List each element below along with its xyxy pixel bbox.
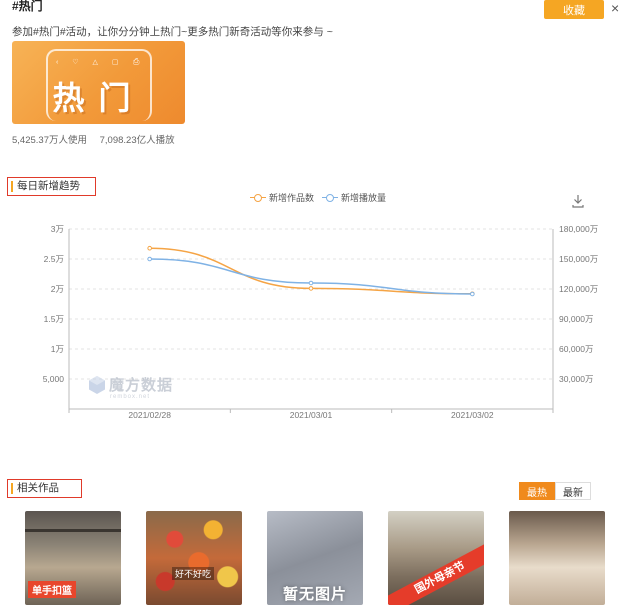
favorite-button[interactable]: 收藏 — [544, 0, 604, 19]
x-tick-label: 2021/03/01 — [290, 410, 333, 420]
work-card[interactable] — [509, 511, 605, 605]
y-left-tick-label: 2万 — [51, 284, 64, 294]
sort-toggle: 最热 最新 — [519, 482, 591, 500]
y-right-tick-label: 90,000万 — [559, 314, 594, 324]
series-point-1 — [147, 256, 152, 262]
topic-title: #热门 — [12, 0, 43, 13]
y-left-tick-label: 2.5万 — [44, 254, 64, 264]
watermark-text: 魔方数据 — [109, 377, 174, 394]
no-image-text: 暂无图片 — [282, 586, 347, 603]
sort-new-button[interactable]: 最新 — [555, 482, 591, 500]
y-right-tick-label: 30,000万 — [559, 374, 594, 384]
y-left-tick-label: 1万 — [51, 344, 64, 354]
work-tag: 好不好吃 — [172, 567, 215, 580]
work-card[interactable]: 好不好吃 — [146, 511, 242, 605]
close-icon[interactable]: × — [611, 1, 619, 15]
work-tag: 国外母亲节 — [388, 541, 484, 605]
banner-text: 热门 — [52, 79, 145, 117]
watermark-logo-icon — [89, 375, 105, 394]
download-icon[interactable] — [571, 194, 585, 208]
x-tick-label: 2021/02/28 — [128, 410, 171, 420]
usage-count: 5,425.37万人使用 — [12, 135, 87, 146]
phone-toolbar-icons: ‹ ♡ △ ▢ — [56, 59, 125, 66]
legend-item-plays[interactable]: 新增播放量 — [322, 191, 386, 204]
topic-description: 参加#热门#活动，让你分分钟上热门~更多热门新奇活动等你来参与 ~ — [12, 26, 333, 38]
series-point-0 — [308, 286, 314, 291]
works-list: 单手扣篮 好不好吃 暂无图片 国外母亲节 — [25, 511, 623, 605]
y-right-tick-label: 60,000万 — [559, 344, 594, 354]
watermark-sub: rembox.net — [110, 394, 151, 400]
chart-legend: 新增作品数 新增播放量 — [250, 191, 394, 204]
play-count: 7,098.23亿人播放 — [99, 135, 175, 146]
legend-item-works[interactable]: 新增作品数 — [250, 191, 314, 204]
watermark: 魔方数据 rembox.net — [88, 374, 174, 400]
legend-label-works: 新增作品数 — [269, 193, 315, 203]
sort-hot-button[interactable]: 最热 — [519, 482, 555, 500]
thumbnail-detail — [25, 529, 121, 532]
works-section-title: 相关作品 — [7, 479, 82, 498]
series-point-1 — [308, 280, 314, 286]
work-card[interactable]: 暂无图片 — [267, 511, 363, 605]
trend-section-title: 每日新增趋势 — [7, 177, 96, 196]
work-card[interactable]: 国外母亲节 — [388, 511, 484, 605]
y-right-tick-label: 180,000万 — [559, 224, 598, 234]
work-card[interactable]: 单手扣篮 — [25, 511, 121, 605]
x-tick-label: 2021/03/02 — [451, 410, 494, 420]
y-left-tick-label: 3万 — [51, 224, 64, 234]
legend-swatch-plays — [322, 193, 339, 203]
topic-stats: 5,425.37万人使用 7,098.23亿人播放 — [12, 132, 185, 146]
legend-swatch-works — [250, 193, 266, 203]
series-point-0 — [147, 245, 152, 251]
y-left-tick-label: 1.5万 — [44, 314, 64, 324]
work-tag: 单手扣篮 — [28, 581, 76, 598]
legend-label-plays: 新增播放量 — [341, 193, 387, 203]
y-right-tick-label: 120,000万 — [559, 284, 598, 294]
topic-banner: ‹ ♡ △ ▢ ⎙ 热门 — [12, 41, 185, 124]
share-icon: ⎙ — [133, 57, 140, 66]
y-right-tick-label: 150,000万 — [559, 254, 598, 264]
series-point-1 — [470, 291, 475, 297]
y-left-tick-label: 5,000 — [43, 374, 65, 384]
